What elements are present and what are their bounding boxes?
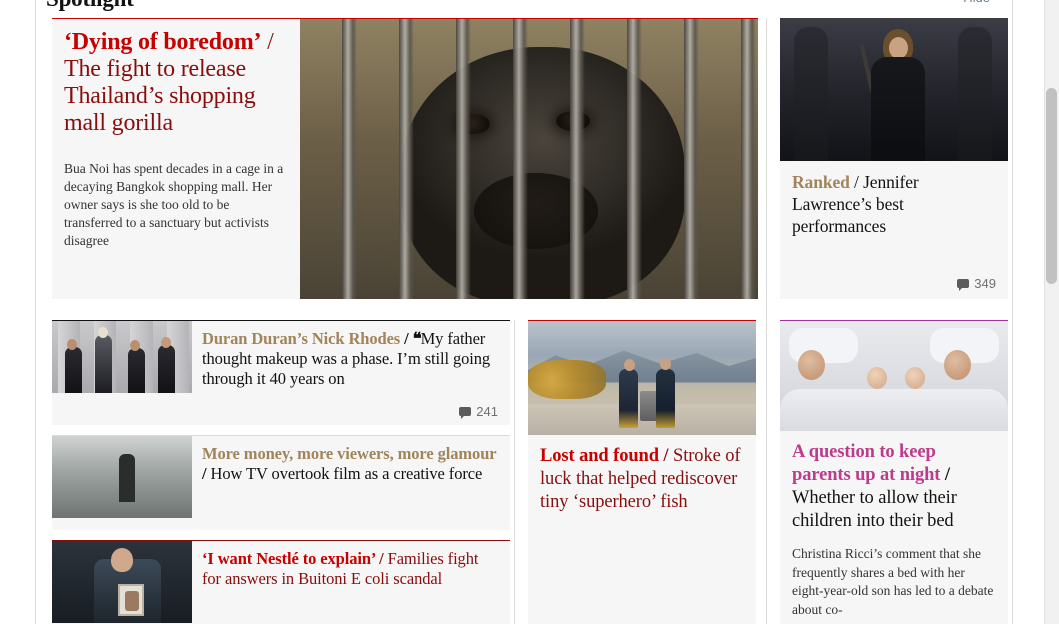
parents-separator: / [940,465,950,485]
card-duran-duran-nick-rhodes[interactable]: Duran Duran’s Nick Rhodes / ❝My father t… [52,320,510,425]
lostfound-text-block: Lost and found / Stroke of luck that hel… [528,435,756,514]
parents-headline-text: Whether to allow their children into the… [792,488,957,531]
duran-thumbnail[interactable] [52,321,192,393]
quote-mark-icon: ❝ [412,329,422,348]
lostfound-kicker: Lost and found [540,446,659,466]
card-lost-and-found-fish[interactable]: Lost and found / Stroke of luck that hel… [528,320,756,624]
money-kicker: More money, more viewers, more glamour [202,444,497,463]
hero-headline-text: The fight to release Thailand’s shopping… [64,56,256,136]
column-separator-2 [766,18,767,624]
hero-text-block: ‘Dying of boredom’ / The fight to releas… [52,19,300,299]
duran-separator: / [400,329,413,348]
lostfound-headline: Lost and found / Stroke of luck that hel… [540,445,744,514]
money-text-block: More money, more viewers, more glamour /… [192,436,510,518]
column-separator-1 [514,320,515,624]
duran-kicker: Duran Duran’s Nick Rhodes [202,329,401,348]
parents-standfirst: Christina Ricci’s comment that she frequ… [792,546,994,617]
money-headline-text: How TV overtook film as a creative force [210,464,483,483]
duran-comment-count: 241 [476,404,498,419]
ranked-kicker: Ranked [792,172,850,192]
family-sleeping-photo-icon [780,321,1008,431]
money-headline: More money, more viewers, more glamour /… [202,444,498,484]
ranked-comment-count: 349 [974,276,996,291]
card-tv-overtook-film[interactable]: More money, more viewers, more glamour /… [52,435,510,530]
jennifer-lawrence-photo-icon [780,18,1008,161]
hero-kicker: ‘Dying of boredom’ [64,29,262,55]
duran-duran-band-photo-icon [52,321,192,393]
spotlight-section-header: Spotlight Hide [36,0,1012,16]
parents-headline: A question to keep parents up at night /… [792,441,996,533]
hero-image[interactable] [300,19,758,299]
comment-bubble-icon [459,407,472,419]
gorilla-photo-icon [300,19,758,299]
nestle-text-block: ‘I want Nestlé to explain’ / Families fi… [192,541,510,623]
lostfound-image[interactable] [528,321,756,435]
card-nestle-buitoni-ecoli[interactable]: ‘I want Nestlé to explain’ / Families fi… [52,540,510,624]
hero-standfirst: Bua Noi has spent decades in a cage in a… [64,161,284,248]
card-parents-co-sleeping[interactable]: A question to keep parents up at night /… [780,320,1008,624]
page-scrollbar-thumb[interactable] [1046,88,1057,284]
right-gutter-rule [1012,0,1013,624]
comment-bubble-icon [957,279,970,291]
parents-image[interactable] [780,321,1008,431]
card-ranked-jennifer-lawrence[interactable]: Ranked / Jennifer Lawrence’s best perfor… [780,18,1008,299]
duran-headline: Duran Duran’s Nick Rhodes / ❝My father t… [202,329,498,389]
ranked-headline: Ranked / Jennifer Lawrence’s best perfor… [792,171,996,237]
ranked-text-block: Ranked / Jennifer Lawrence’s best perfor… [780,161,1008,237]
card-hero-gorilla[interactable]: ‘Dying of boredom’ / The fight to releas… [52,18,758,299]
nestle-kicker: ‘I want Nestlé to explain’ [202,549,376,568]
spotlight-card-grid: ‘Dying of boredom’ / The fight to releas… [36,18,1012,624]
money-thumbnail[interactable] [52,436,192,518]
duran-text-block: Duran Duran’s Nick Rhodes / ❝My father t… [192,321,510,393]
hero-separator: / [261,29,274,55]
money-separator: / [202,464,211,483]
hero-headline: ‘Dying of boredom’ / The fight to releas… [64,29,288,137]
nestle-separator: / [375,549,388,568]
ranked-separator: / [849,172,864,192]
misty-film-still-photo-icon [52,436,192,518]
ranked-comment-meta[interactable]: 349 [957,276,996,291]
nestle-headline: ‘I want Nestlé to explain’ / Families fi… [202,549,498,589]
left-gutter-rule [35,0,36,624]
nestle-thumbnail[interactable] [52,541,192,623]
hide-section-button[interactable]: Hide [963,0,990,6]
lostfound-separator: / [658,446,673,466]
ranked-image[interactable] [780,18,1008,161]
page-viewport: Spotlight Hide ‘Dying of boredom’ / The … [0,0,1059,624]
man-holding-frame-photo-icon [52,541,192,623]
page-title: Spotlight [46,0,134,12]
parents-text-block: A question to keep parents up at night /… [780,431,1008,619]
researchers-by-river-photo-icon [528,321,756,435]
parents-kicker: A question to keep parents up at night [792,442,941,485]
duran-comment-meta[interactable]: 241 [459,404,498,419]
